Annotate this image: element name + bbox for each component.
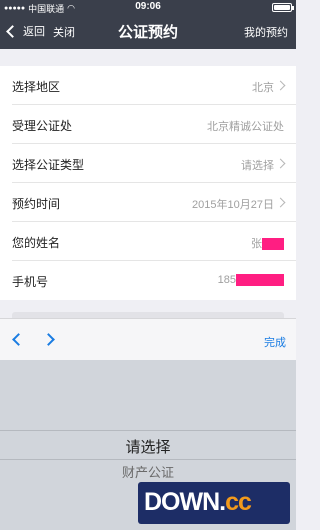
appointment-form: 选择地区 北京 受理公证处 北京精诚公证处 选择公证类型 请选择 预约时间 20… [0, 66, 296, 300]
section-spacer [0, 300, 296, 318]
row-label: 选择地区 [12, 80, 61, 94]
row-appointment-time[interactable]: 预约时间 2015年10月27日 [12, 183, 296, 222]
redaction-block [262, 238, 284, 251]
row-label: 受理公证处 [12, 119, 73, 133]
name-field[interactable]: 张 [251, 235, 284, 251]
picker-selection-line [0, 459, 296, 460]
row-value: 185 [217, 274, 236, 286]
section-spacer [0, 49, 296, 66]
row-value: 2015年10月27日 [192, 199, 274, 211]
chevron-left-icon[interactable] [12, 333, 25, 346]
row-value: 请选择 [241, 160, 274, 172]
watermark-main: DOWN [144, 488, 220, 516]
chevron-right-icon[interactable] [42, 333, 55, 346]
row-phone[interactable]: 手机号 185 [12, 261, 296, 300]
row-value: 北京 [252, 82, 274, 94]
picker-option[interactable]: 请选择 [0, 436, 296, 457]
my-appointments-button[interactable]: 我的预约 [244, 24, 288, 40]
battery-icon [272, 3, 294, 12]
picker-option[interactable]: 财产公证 [0, 462, 296, 481]
redaction-block [236, 274, 284, 287]
status-bar: ●●●●● 中国联通 ◠ 09:06 [0, 0, 296, 15]
row-notary-office[interactable]: 受理公证处 北京精诚公证处 [12, 105, 296, 144]
status-time: 09:06 [135, 1, 161, 12]
picker-selection-line [0, 430, 296, 431]
watermark-cc: cc [225, 488, 252, 516]
row-name[interactable]: 您的姓名 张 [12, 222, 296, 261]
phone-field[interactable]: 185 [217, 274, 284, 287]
watermark-text: DOWN.cc [144, 488, 252, 517]
row-label: 您的姓名 [12, 236, 61, 250]
chevron-right-icon [275, 158, 286, 169]
row-label: 选择公证类型 [12, 158, 85, 172]
row-value: 张 [251, 238, 262, 250]
row-value: 北京精诚公证处 [207, 121, 284, 133]
row-notary-type[interactable]: 选择公证类型 请选择 [12, 144, 296, 183]
done-button[interactable]: 完成 [264, 334, 286, 350]
row-region[interactable]: 选择地区 北京 [12, 66, 296, 105]
row-label: 手机号 [12, 275, 49, 289]
row-label: 预约时间 [12, 197, 61, 211]
chevron-right-icon [275, 197, 286, 208]
watermark-logo: DOWN.cc [138, 482, 290, 524]
chevron-right-icon [275, 80, 286, 91]
nav-bar: 返回 关闭 公证预约 我的预约 [0, 15, 296, 49]
keyboard-toolbar: 完成 [0, 318, 296, 360]
